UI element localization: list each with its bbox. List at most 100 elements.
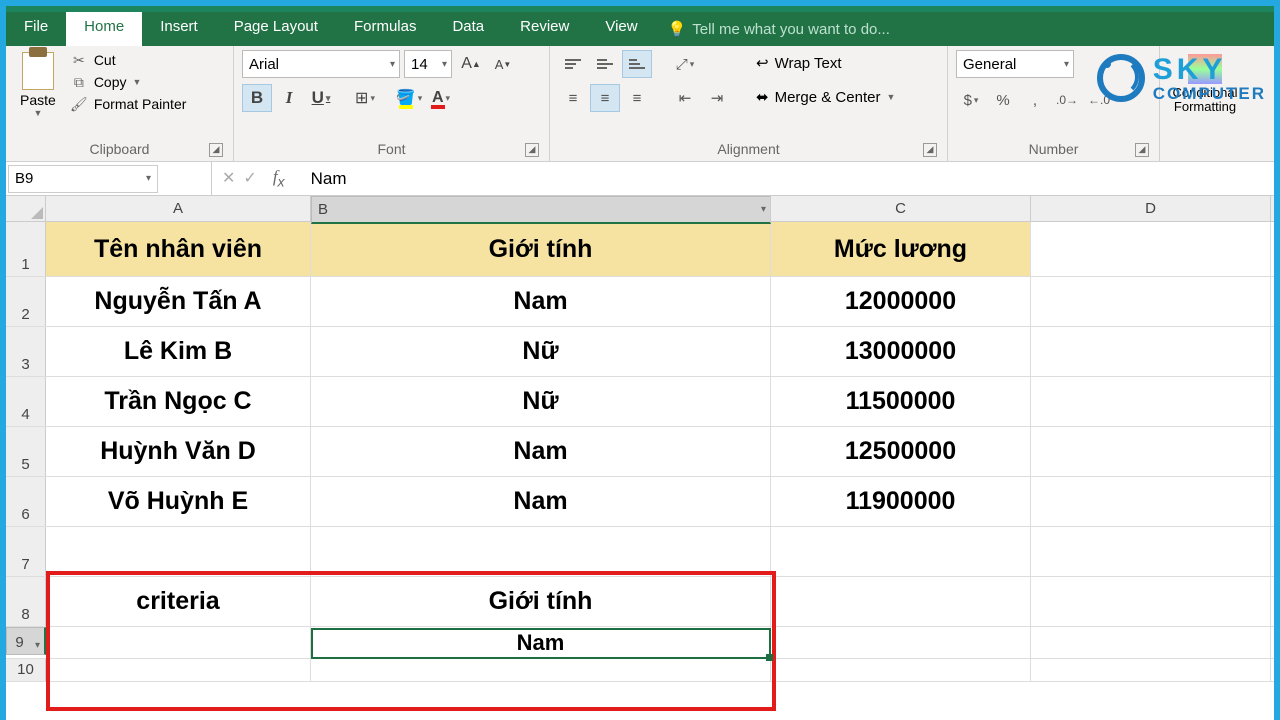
number-format-select[interactable]: General — [956, 50, 1074, 78]
underline-button[interactable]: U — [306, 84, 336, 112]
clipboard-launcher[interactable]: ◢ — [209, 143, 223, 157]
row-header[interactable]: 2 — [6, 277, 46, 326]
wrap-text-button[interactable]: ↩Wrap Text — [750, 50, 901, 76]
row-header[interactable]: 4 — [6, 377, 46, 426]
copy-button[interactable]: ⧉Copy ▼ — [66, 72, 191, 92]
name-box[interactable]: B9 — [8, 165, 158, 193]
cell[interactable]: Tên nhân viên — [46, 222, 311, 276]
decrease-indent-button[interactable]: ⇤ — [670, 84, 700, 112]
font-family-select[interactable]: Arial — [242, 50, 400, 78]
align-top-button[interactable] — [558, 50, 588, 78]
cell[interactable] — [771, 659, 1031, 681]
font-launcher[interactable]: ◢ — [525, 143, 539, 157]
tab-view[interactable]: View — [587, 12, 655, 46]
align-right-button[interactable]: ≡ — [622, 84, 652, 112]
cell[interactable] — [1031, 659, 1271, 681]
cell[interactable] — [771, 627, 1031, 658]
cell[interactable] — [771, 527, 1031, 576]
align-middle-button[interactable] — [590, 50, 620, 78]
cell[interactable] — [771, 577, 1031, 626]
tell-me[interactable]: 💡Tell me what you want to do... — [656, 12, 1274, 46]
cell[interactable] — [1031, 627, 1271, 658]
cell[interactable] — [311, 527, 771, 576]
cell[interactable]: Lê Kim B — [46, 327, 311, 376]
select-all-corner[interactable] — [6, 196, 46, 221]
col-header-a[interactable]: A — [46, 196, 311, 221]
row-header[interactable]: 10 — [6, 659, 46, 681]
decrease-font-button[interactable]: A▼ — [488, 50, 518, 78]
comma-button[interactable]: , — [1020, 86, 1050, 114]
cell[interactable] — [1031, 527, 1271, 576]
tab-formulas[interactable]: Formulas — [336, 12, 435, 46]
cell[interactable]: Nữ — [311, 377, 771, 426]
cell[interactable]: Mức lương — [771, 222, 1031, 276]
row-header[interactable]: 8 — [6, 577, 46, 626]
cell[interactable]: 12000000 — [771, 277, 1031, 326]
accounting-button[interactable]: $ — [956, 86, 986, 114]
cell[interactable]: 11500000 — [771, 377, 1031, 426]
cancel-formula-button[interactable]: ✕ — [222, 168, 235, 188]
cell[interactable]: Võ Huỳnh E — [46, 477, 311, 526]
fx-icon[interactable]: fx — [265, 167, 293, 190]
cell[interactable]: Huỳnh Văn D — [46, 427, 311, 476]
alignment-launcher[interactable]: ◢ — [923, 143, 937, 157]
paste-button[interactable]: Paste▼ — [14, 50, 62, 120]
increase-indent-button[interactable]: ⇥ — [702, 84, 732, 112]
font-color-button[interactable]: A — [426, 84, 456, 112]
col-header-c[interactable]: C — [771, 196, 1031, 221]
cell[interactable]: Nữ — [311, 327, 771, 376]
row-header[interactable]: 1 — [6, 222, 46, 276]
tab-file[interactable]: File — [6, 12, 66, 46]
row-header[interactable]: 5 — [6, 427, 46, 476]
cell[interactable] — [46, 659, 311, 681]
cell[interactable] — [1031, 222, 1271, 276]
cell[interactable]: Giới tính — [311, 577, 771, 626]
merge-center-button[interactable]: ⬌Merge & Center ▼ — [750, 84, 901, 110]
number-launcher[interactable]: ◢ — [1135, 143, 1149, 157]
border-button[interactable]: ⊞ — [350, 84, 380, 112]
cell[interactable]: criteria — [46, 577, 311, 626]
tab-data[interactable]: Data — [434, 12, 502, 46]
cell[interactable]: Nam — [311, 627, 771, 658]
cell[interactable]: Trần Ngọc C — [46, 377, 311, 426]
formula-bar[interactable]: Nam — [303, 169, 355, 189]
tab-page-layout[interactable]: Page Layout — [216, 12, 336, 46]
cell[interactable]: Giới tính — [311, 222, 771, 276]
cell[interactable] — [1031, 477, 1271, 526]
fill-color-button[interactable]: 🪣 — [394, 84, 424, 112]
tab-review[interactable]: Review — [502, 12, 587, 46]
align-left-button[interactable]: ≡ — [558, 84, 588, 112]
cell[interactable]: 11900000 — [771, 477, 1031, 526]
font-size-select[interactable]: 14 — [404, 50, 452, 78]
cell[interactable] — [311, 659, 771, 681]
col-header-d[interactable]: D — [1031, 196, 1271, 221]
cell[interactable] — [46, 527, 311, 576]
col-header-b[interactable]: B — [311, 196, 771, 224]
increase-font-button[interactable]: A▲ — [456, 50, 486, 78]
row-header[interactable]: 9 — [6, 627, 46, 655]
cell[interactable]: Nam — [311, 277, 771, 326]
tab-insert[interactable]: Insert — [142, 12, 216, 46]
cell[interactable]: Nam — [311, 477, 771, 526]
bold-button[interactable]: B — [242, 84, 272, 112]
percent-button[interactable]: % — [988, 86, 1018, 114]
tab-home[interactable]: Home — [66, 12, 142, 46]
row-header[interactable]: 3 — [6, 327, 46, 376]
cell[interactable] — [1031, 427, 1271, 476]
format-painter-button[interactable]: 🖌Format Painter — [66, 94, 191, 114]
cut-button[interactable]: ✂Cut — [66, 50, 191, 70]
cell[interactable]: 12500000 — [771, 427, 1031, 476]
align-bottom-button[interactable] — [622, 50, 652, 78]
cell[interactable] — [1031, 277, 1271, 326]
enter-formula-button[interactable]: ✓ — [243, 168, 256, 188]
cell[interactable]: 13000000 — [771, 327, 1031, 376]
cell[interactable] — [1031, 577, 1271, 626]
row-header[interactable]: 7 — [6, 527, 46, 576]
increase-decimal-button[interactable]: .0→ — [1052, 86, 1082, 114]
cell[interactable]: Nguyễn Tấn A — [46, 277, 311, 326]
cell[interactable] — [1031, 327, 1271, 376]
cell[interactable]: Nam — [311, 427, 771, 476]
italic-button[interactable]: I — [274, 84, 304, 112]
row-header[interactable]: 6 — [6, 477, 46, 526]
cell[interactable] — [46, 627, 311, 658]
